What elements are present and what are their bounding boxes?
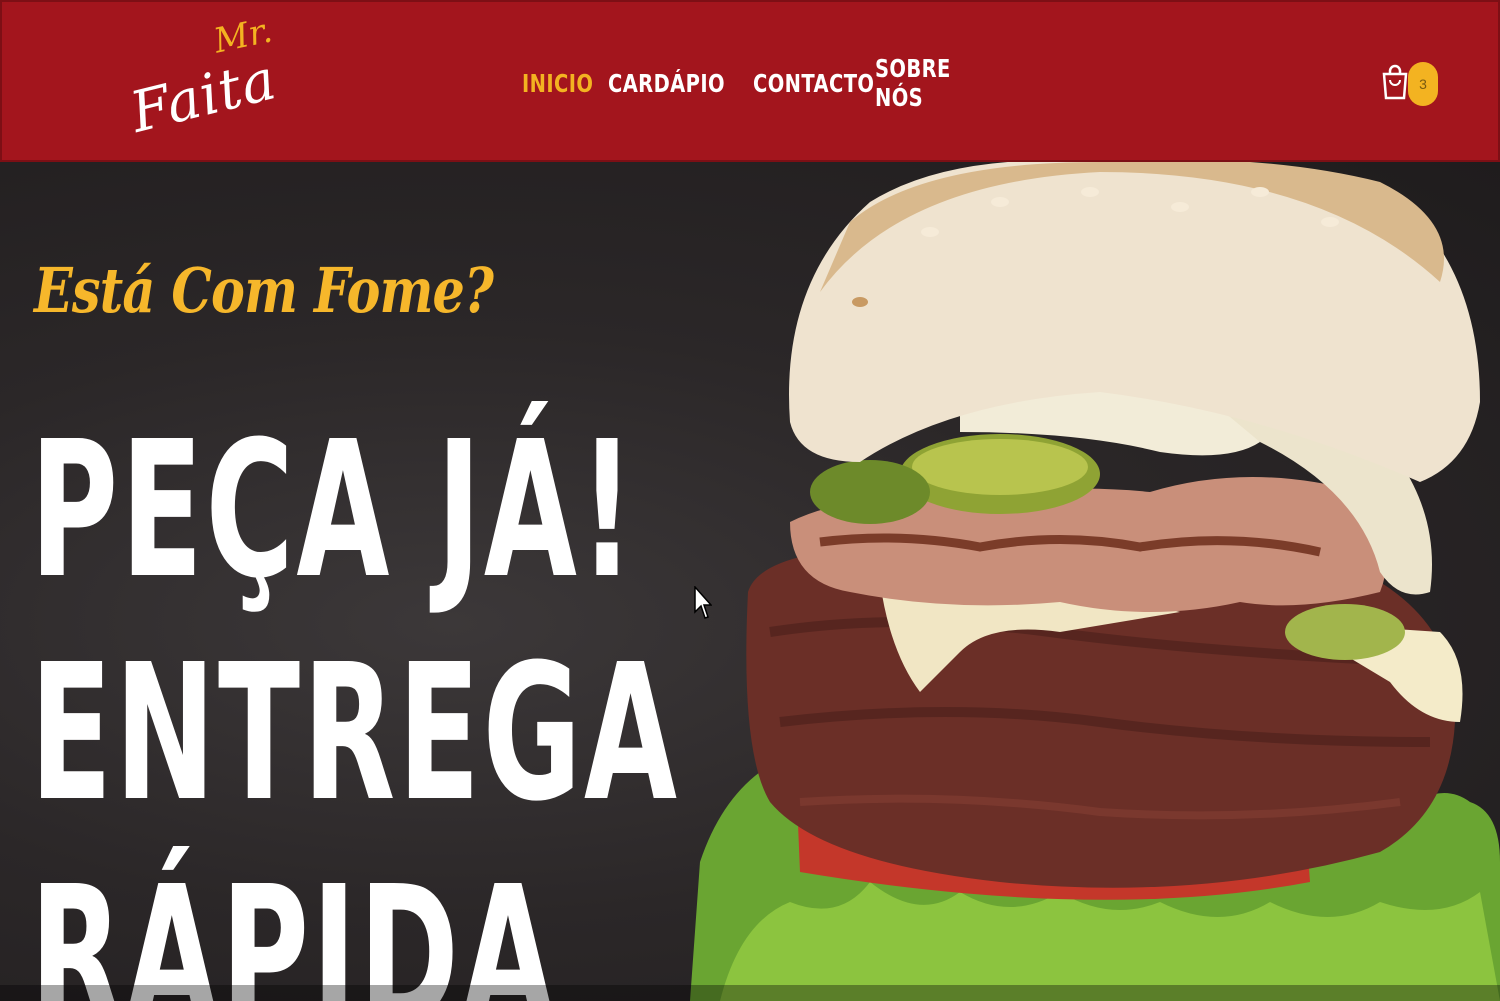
hero-headline-line-3: RÁPIDA xyxy=(30,846,558,1001)
site-logo[interactable]: Mr. Faita xyxy=(122,10,292,162)
nav-item-contacto[interactable]: CONTACTO xyxy=(753,69,874,98)
nav-item-sobre-nos[interactable]: SOBRE NÓS xyxy=(875,54,950,112)
shopping-bag-icon xyxy=(1382,64,1408,100)
nav-item-inicio[interactable]: INICIO xyxy=(522,69,593,98)
hero-tagline: Está Com Fome? xyxy=(34,254,494,327)
nav-item-cardapio[interactable]: CARDÁPIO xyxy=(608,69,725,98)
logo-faita-text: Faita xyxy=(124,47,283,146)
nav-item-cardapio-label: CARDÁPIO xyxy=(608,68,725,98)
hero-section: Está Com Fome? PEÇA JÁ! ENTREGA RÁPIDA xyxy=(0,162,1500,1001)
main-nav: INICIO CARDÁPIO CONTACTO SOBRE NÓS xyxy=(522,54,995,112)
page-bottom-edge xyxy=(0,985,1500,1001)
mouse-cursor-icon xyxy=(694,586,712,619)
hero-headline-line-2: ENTREGA xyxy=(30,624,680,843)
hero-headline-line-1: PEÇA JÁ! xyxy=(30,401,637,620)
site-header: Mr. Faita INICIO CARDÁPIO CONTACTO SOBRE… xyxy=(0,0,1500,162)
cart-button[interactable]: 3 xyxy=(1380,62,1440,106)
cart-count-badge: 3 xyxy=(1408,62,1438,106)
